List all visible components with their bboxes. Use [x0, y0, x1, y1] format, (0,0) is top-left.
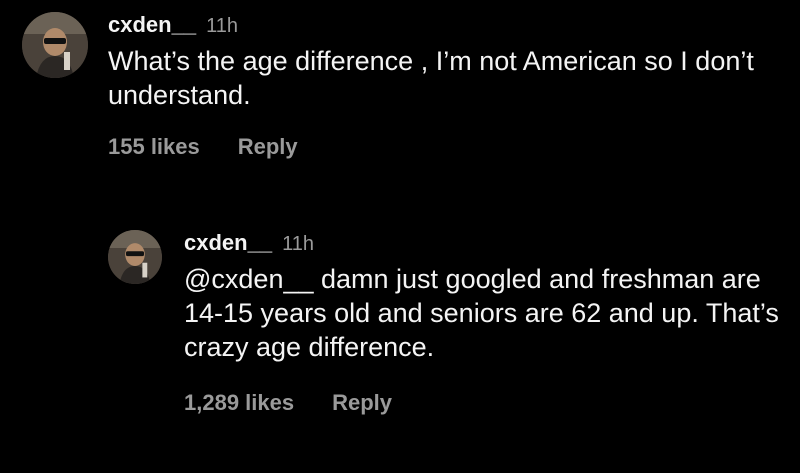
- username[interactable]: cxden__: [108, 12, 196, 38]
- likes-count[interactable]: 1,289 likes: [184, 390, 294, 416]
- comment: cxden__ 11h What’s the age difference , …: [22, 12, 782, 160]
- comment-actions: 1,289 likes Reply: [184, 390, 784, 416]
- avatar[interactable]: [108, 230, 162, 284]
- comment-header: cxden__ 11h: [184, 230, 784, 256]
- avatar-image: [108, 230, 162, 284]
- avatar-image: [22, 12, 88, 78]
- reply-comment: cxden__ 11h @cxden__ damn just googled a…: [108, 230, 788, 416]
- comment-text: @cxden__ damn just googled and freshman …: [184, 264, 779, 362]
- comment-header: cxden__ 11h: [108, 12, 768, 38]
- username[interactable]: cxden__: [184, 230, 272, 256]
- avatar[interactable]: [22, 12, 88, 78]
- reply-button[interactable]: Reply: [332, 390, 392, 416]
- comment-actions: 155 likes Reply: [108, 134, 768, 160]
- comment-text: What’s the age difference , I’m not Amer…: [108, 46, 754, 110]
- likes-count[interactable]: 155 likes: [108, 134, 200, 160]
- comment-body: cxden__ 11h What’s the age difference , …: [108, 12, 768, 160]
- timestamp: 11h: [206, 15, 238, 37]
- comment-body: cxden__ 11h @cxden__ damn just googled a…: [184, 230, 784, 416]
- reply-button[interactable]: Reply: [238, 134, 298, 160]
- timestamp: 11h: [282, 233, 314, 255]
